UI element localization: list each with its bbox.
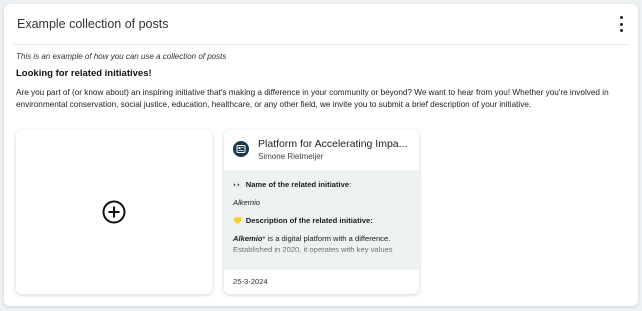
description-label-line: 💛 Description of the related initiative: [233,216,410,225]
post-card-header: Platform for Accelerating Impa... Simone… [224,130,419,170]
name-label: Name of the related initiative [245,180,350,189]
post-card[interactable]: Platform for Accelerating Impa... Simone… [224,130,419,294]
add-circle-icon [102,200,126,224]
kebab-dot [619,29,623,32]
post-document-icon [233,141,249,157]
description-brand: Alkemio [233,234,263,243]
preview-fade [224,248,419,270]
heart-icon: 💛 [233,218,242,225]
kebab-dot [619,16,623,19]
post-date: 25-3-2024 [233,277,268,286]
post-title[interactable]: Platform for Accelerating Impa... [258,138,416,150]
more-vertical-icon[interactable] [616,16,626,32]
panel-header: Example collection of posts [4,4,638,44]
header-divider [14,44,628,45]
kebab-dot [619,22,623,26]
post-author: Simone Rietmeijer [258,152,324,161]
panel-title: Example collection of posts [17,17,169,31]
posts-collection-panel: Example collection of posts This is an e… [4,4,638,306]
name-label-line: 👀 Name of the related initiative: [233,180,410,189]
description-rest: * is a digital platform with a differenc… [262,234,391,243]
section-heading: Looking for related initiatives! [16,68,152,79]
eyes-icon: 👀 [233,182,242,189]
description-text: Are you part of (or know about) an inspi… [16,88,609,109]
name-label-colon: : [349,180,352,189]
post-preview: 👀 Name of the related initiative: Alkemio… [224,170,419,270]
add-post-card[interactable] [16,130,212,294]
description-value: Alkemio* is a digital platform with a di… [233,234,410,243]
description-label: Description of the related initiative: [245,216,373,225]
name-value: Alkemio [233,198,261,207]
intro-text: This is an example of how you can use a … [16,52,227,61]
